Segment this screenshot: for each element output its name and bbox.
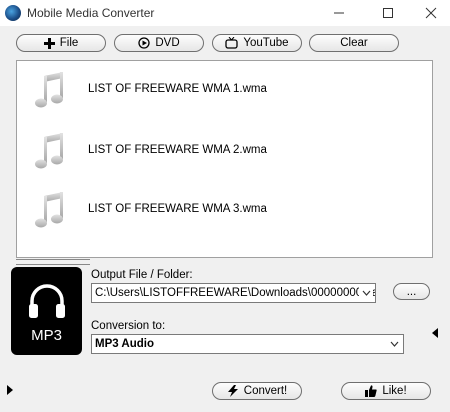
plus-icon	[43, 37, 55, 49]
clear-label: Clear	[340, 37, 368, 49]
music-note-icon	[35, 72, 63, 108]
title-bar: Mobile Media Converter	[0, 0, 450, 26]
chevron-down-icon[interactable]	[387, 335, 401, 353]
lightning-icon	[227, 385, 238, 397]
window-title: Mobile Media Converter	[27, 6, 155, 20]
browse-button[interactable]: ...	[393, 283, 430, 300]
tv-icon	[225, 37, 239, 49]
format-label: MP3	[31, 327, 62, 344]
file-name: LIST OF FREEWARE WMA 1.wma	[88, 83, 267, 95]
maximize-button[interactable]	[371, 0, 405, 26]
close-icon	[425, 7, 437, 19]
list-item[interactable]: LIST OF FREEWARE WMA 3.wma	[17, 181, 432, 239]
close-button[interactable]	[414, 0, 448, 26]
thumbs-up-icon	[365, 385, 378, 397]
output-label: Output File / Folder:	[91, 269, 193, 281]
conversion-select[interactable]: MP3 Audio	[91, 334, 404, 354]
like-label: Like!	[382, 385, 407, 397]
add-file-label: File	[59, 37, 79, 49]
convert-label: Convert!	[243, 385, 288, 397]
maximize-icon	[383, 8, 393, 18]
app-logo-icon	[5, 5, 21, 21]
minimize-button[interactable]	[322, 0, 356, 26]
file-name: LIST OF FREEWARE WMA 2.wma	[88, 144, 267, 156]
output-path-value: C:\Users\LISTOFFREEWARE\Downloads\000000…	[95, 287, 376, 299]
clear-button[interactable]: Clear	[309, 34, 399, 52]
convert-button[interactable]: Convert!	[212, 382, 302, 400]
expand-left-arrow-icon[interactable]	[7, 385, 14, 395]
format-tile[interactable]: MP3	[11, 267, 82, 355]
list-item[interactable]: LIST OF FREEWARE WMA 1.wma	[17, 61, 432, 119]
music-note-icon	[35, 133, 63, 169]
collapse-right-arrow-icon[interactable]	[432, 328, 439, 338]
minimize-icon	[334, 12, 344, 14]
file-list[interactable]: LIST OF FREEWARE WMA 1.wma LIST OF FREEW…	[16, 60, 433, 258]
dvd-label: DVD	[155, 37, 180, 49]
browse-label: ...	[406, 285, 417, 298]
headphones-icon	[29, 284, 65, 318]
file-name: LIST OF FREEWARE WMA 3.wma	[88, 203, 267, 215]
dvd-button[interactable]: DVD	[114, 34, 204, 52]
conversion-label: Conversion to:	[91, 320, 166, 332]
add-file-button[interactable]: File	[16, 34, 106, 52]
list-item[interactable]: LIST OF FREEWARE WMA 2.wma	[17, 122, 432, 180]
like-button[interactable]: Like!	[341, 382, 431, 400]
conversion-value: MP3 Audio	[95, 338, 154, 350]
panel-splitter[interactable]	[16, 259, 90, 265]
play-circle-icon	[138, 37, 151, 49]
output-path-combo[interactable]: C:\Users\LISTOFFREEWARE\Downloads\000000…	[91, 283, 376, 303]
youtube-button[interactable]: YouTube	[212, 34, 302, 52]
music-note-icon	[35, 192, 63, 228]
chevron-down-icon[interactable]	[359, 284, 373, 302]
youtube-label: YouTube	[243, 37, 289, 49]
